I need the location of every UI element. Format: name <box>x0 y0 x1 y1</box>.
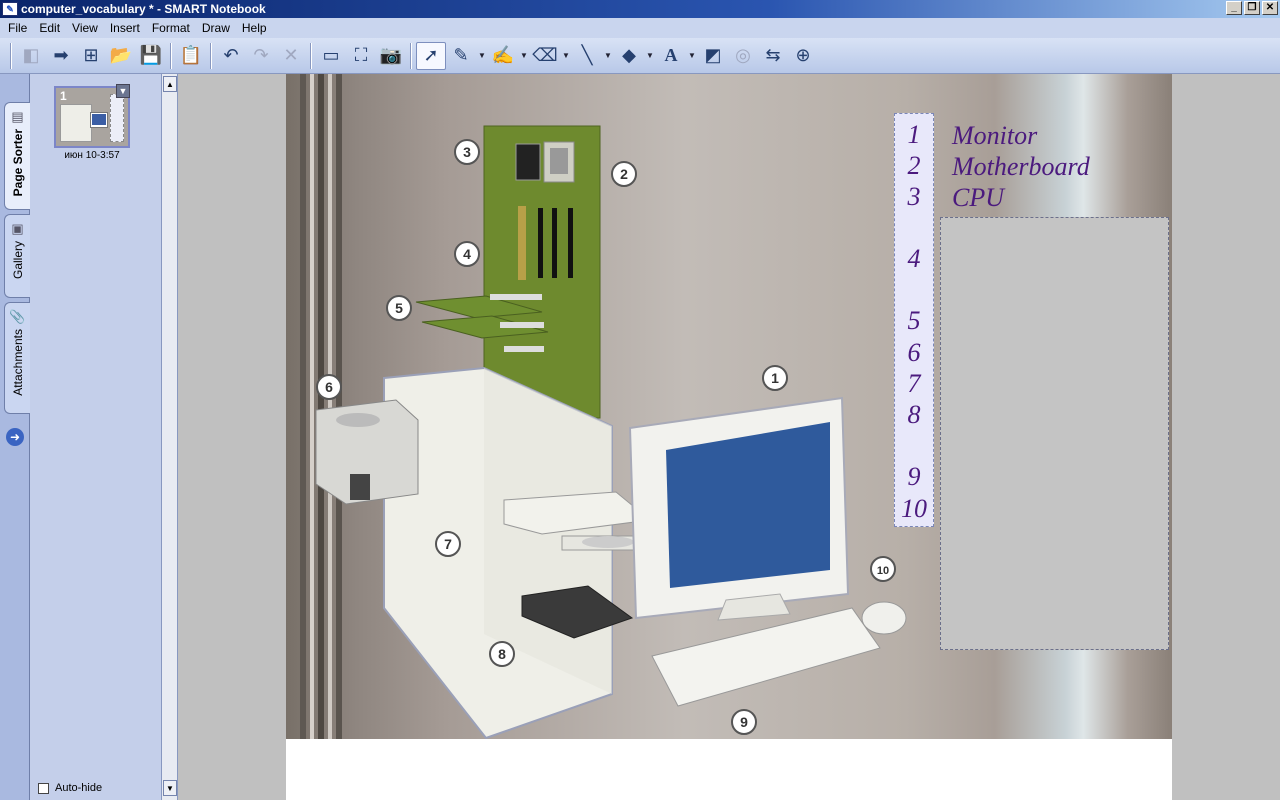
menu-insert[interactable]: Insert <box>104 21 146 35</box>
callout-6: 6 <box>325 379 333 395</box>
scroll-up-icon[interactable]: ▲ <box>163 76 177 92</box>
menu-help[interactable]: Help <box>236 21 273 35</box>
pen-icon[interactable]: ✎ <box>446 42 476 70</box>
number-3: 3 <box>907 182 921 211</box>
window-title: computer_vocabulary * - SMART Notebook <box>21 2 266 16</box>
line-icon[interactable]: ╲ <box>572 42 602 70</box>
autohide-checkbox[interactable] <box>38 782 49 794</box>
fill-icon[interactable]: ◩ <box>698 42 728 70</box>
sidebar-tabs: ▤ Page Sorter ▣ Gallery 📎 Attachments ➜ <box>0 74 30 800</box>
shape-dropdown-icon[interactable]: ▼ <box>644 51 656 60</box>
tab-gallery[interactable]: ▣ Gallery <box>4 214 30 298</box>
number-1: 1 <box>907 120 921 149</box>
notebook-page[interactable]: 1 2 3 4 5 6 7 8 9 10 1 2 3 4 5 6 7 8 9 1… <box>286 74 1172 800</box>
move-toolbar-icon[interactable]: ⇆ <box>758 42 788 70</box>
toolbar: ◧ ➡ ⊞ 📂 💾 📋 ↶ ↷ ✕ ▭ ⛶ 📷 ➚ ✎ ▼ ✍ ▼ ⌫ ▼ ╲ … <box>0 38 1280 74</box>
line-dropdown-icon[interactable]: ▼ <box>602 51 614 60</box>
redo-icon[interactable]: ↷ <box>246 42 276 70</box>
page-sorter-panel: 1 ▼ июн 10-3:57 ‹ Auto-hide <box>30 74 181 800</box>
screen-shade-icon[interactable]: ▭ <box>316 42 346 70</box>
close-button[interactable]: ✕ <box>1262 1 1278 15</box>
term-cpu[interactable]: CPU <box>952 182 1090 213</box>
eraser-dropdown-icon[interactable]: ▼ <box>560 51 572 60</box>
callout-2: 2 <box>620 166 628 182</box>
open-icon[interactable]: 📂 <box>106 42 136 70</box>
term-monitor[interactable]: Monitor <box>952 120 1090 151</box>
number-2: 2 <box>907 151 921 180</box>
callout-9: 9 <box>740 714 748 730</box>
menu-edit[interactable]: Edit <box>33 21 66 35</box>
eraser-icon[interactable]: ⌫ <box>530 42 560 70</box>
callout-4: 4 <box>463 246 471 262</box>
collapse-icon[interactable]: ⊕ <box>788 42 818 70</box>
title-bar: ✎ computer_vocabulary * - SMART Notebook… <box>0 0 1280 18</box>
gallery-icon: ▣ <box>11 221 24 236</box>
restore-button[interactable]: ❐ <box>1244 1 1260 15</box>
callout-1: 1 <box>771 370 779 386</box>
text-dropdown-icon[interactable]: ▼ <box>686 51 698 60</box>
menu-draw[interactable]: Draw <box>196 21 236 35</box>
undo-icon[interactable]: ↶ <box>216 42 246 70</box>
term-motherboard[interactable]: Motherboard <box>952 151 1090 182</box>
tab-page-sorter[interactable]: ▤ Page Sorter <box>4 102 30 210</box>
callout-10: 10 <box>877 565 889 577</box>
shape-icon[interactable]: ◆ <box>614 42 644 70</box>
highlighter-dropdown-icon[interactable]: ▼ <box>518 51 530 60</box>
page-number: 1 <box>60 89 67 103</box>
vertical-scrollbar[interactable]: ▲ ▼ <box>161 74 178 800</box>
menu-view[interactable]: View <box>66 21 104 35</box>
pen-dropdown-icon[interactable]: ▼ <box>476 51 488 60</box>
save-icon[interactable]: 💾 <box>136 42 166 70</box>
paperclip-icon: 📎 <box>9 309 26 324</box>
number-7: 7 <box>907 369 921 398</box>
page-sorter-icon: ▤ <box>11 109 24 124</box>
app-icon: ✎ <box>2 2 18 16</box>
number-4: 4 <box>907 244 921 273</box>
text-icon[interactable]: A <box>656 42 686 70</box>
number-5: 5 <box>907 306 921 335</box>
full-screen-icon[interactable]: ⛶ <box>346 42 376 70</box>
tab-attachments[interactable]: 📎 Attachments <box>4 302 30 414</box>
thumbnail-caption: июн 10-3:57 <box>64 150 120 161</box>
menu-bar: File Edit View Insert Format Draw Help <box>0 18 1280 38</box>
capture-icon[interactable]: 📷 <box>376 42 406 70</box>
next-arrow-icon[interactable]: ➜ <box>6 428 24 446</box>
callout-3: 3 <box>463 144 471 160</box>
computer-parts-image[interactable]: 1 2 3 4 5 6 7 8 9 10 1 2 3 4 5 6 7 8 9 1… <box>286 74 1172 739</box>
number-9: 9 <box>907 462 921 491</box>
menu-format[interactable]: Format <box>146 21 196 35</box>
scroll-down-icon[interactable]: ▼ <box>163 780 177 796</box>
thumbnail-menu-icon[interactable]: ▼ <box>116 84 130 98</box>
autohide-label: Auto-hide <box>55 782 103 794</box>
workspace: 1 2 3 4 5 6 7 8 9 10 1 2 3 4 5 6 7 8 9 1… <box>178 74 1280 800</box>
number-list[interactable]: 1 2 3 4 5 6 7 8 9 10 <box>894 113 934 527</box>
number-10: 10 <box>901 494 927 523</box>
callout-7: 7 <box>444 536 452 552</box>
autohide-option[interactable]: Auto-hide <box>38 782 102 794</box>
minimize-button[interactable]: _ <box>1226 1 1242 15</box>
menu-file[interactable]: File <box>2 21 33 35</box>
add-page-icon[interactable]: ⊞ <box>76 42 106 70</box>
previous-page-icon[interactable]: ◧ <box>16 42 46 70</box>
term-list[interactable]: Monitor Motherboard CPU <box>952 120 1090 213</box>
highlighter-icon[interactable]: ✍ <box>488 42 518 70</box>
callout-5: 5 <box>395 300 403 316</box>
paste-icon[interactable]: 📋 <box>176 42 206 70</box>
select-icon[interactable]: ➚ <box>416 41 446 70</box>
next-page-icon[interactable]: ➡ <box>46 42 76 70</box>
number-8: 8 <box>907 400 921 429</box>
callout-8: 8 <box>498 646 506 662</box>
delete-icon[interactable]: ✕ <box>276 42 306 70</box>
properties-icon[interactable]: ◎ <box>728 42 758 70</box>
number-6: 6 <box>907 338 921 367</box>
answer-box[interactable] <box>940 217 1169 650</box>
